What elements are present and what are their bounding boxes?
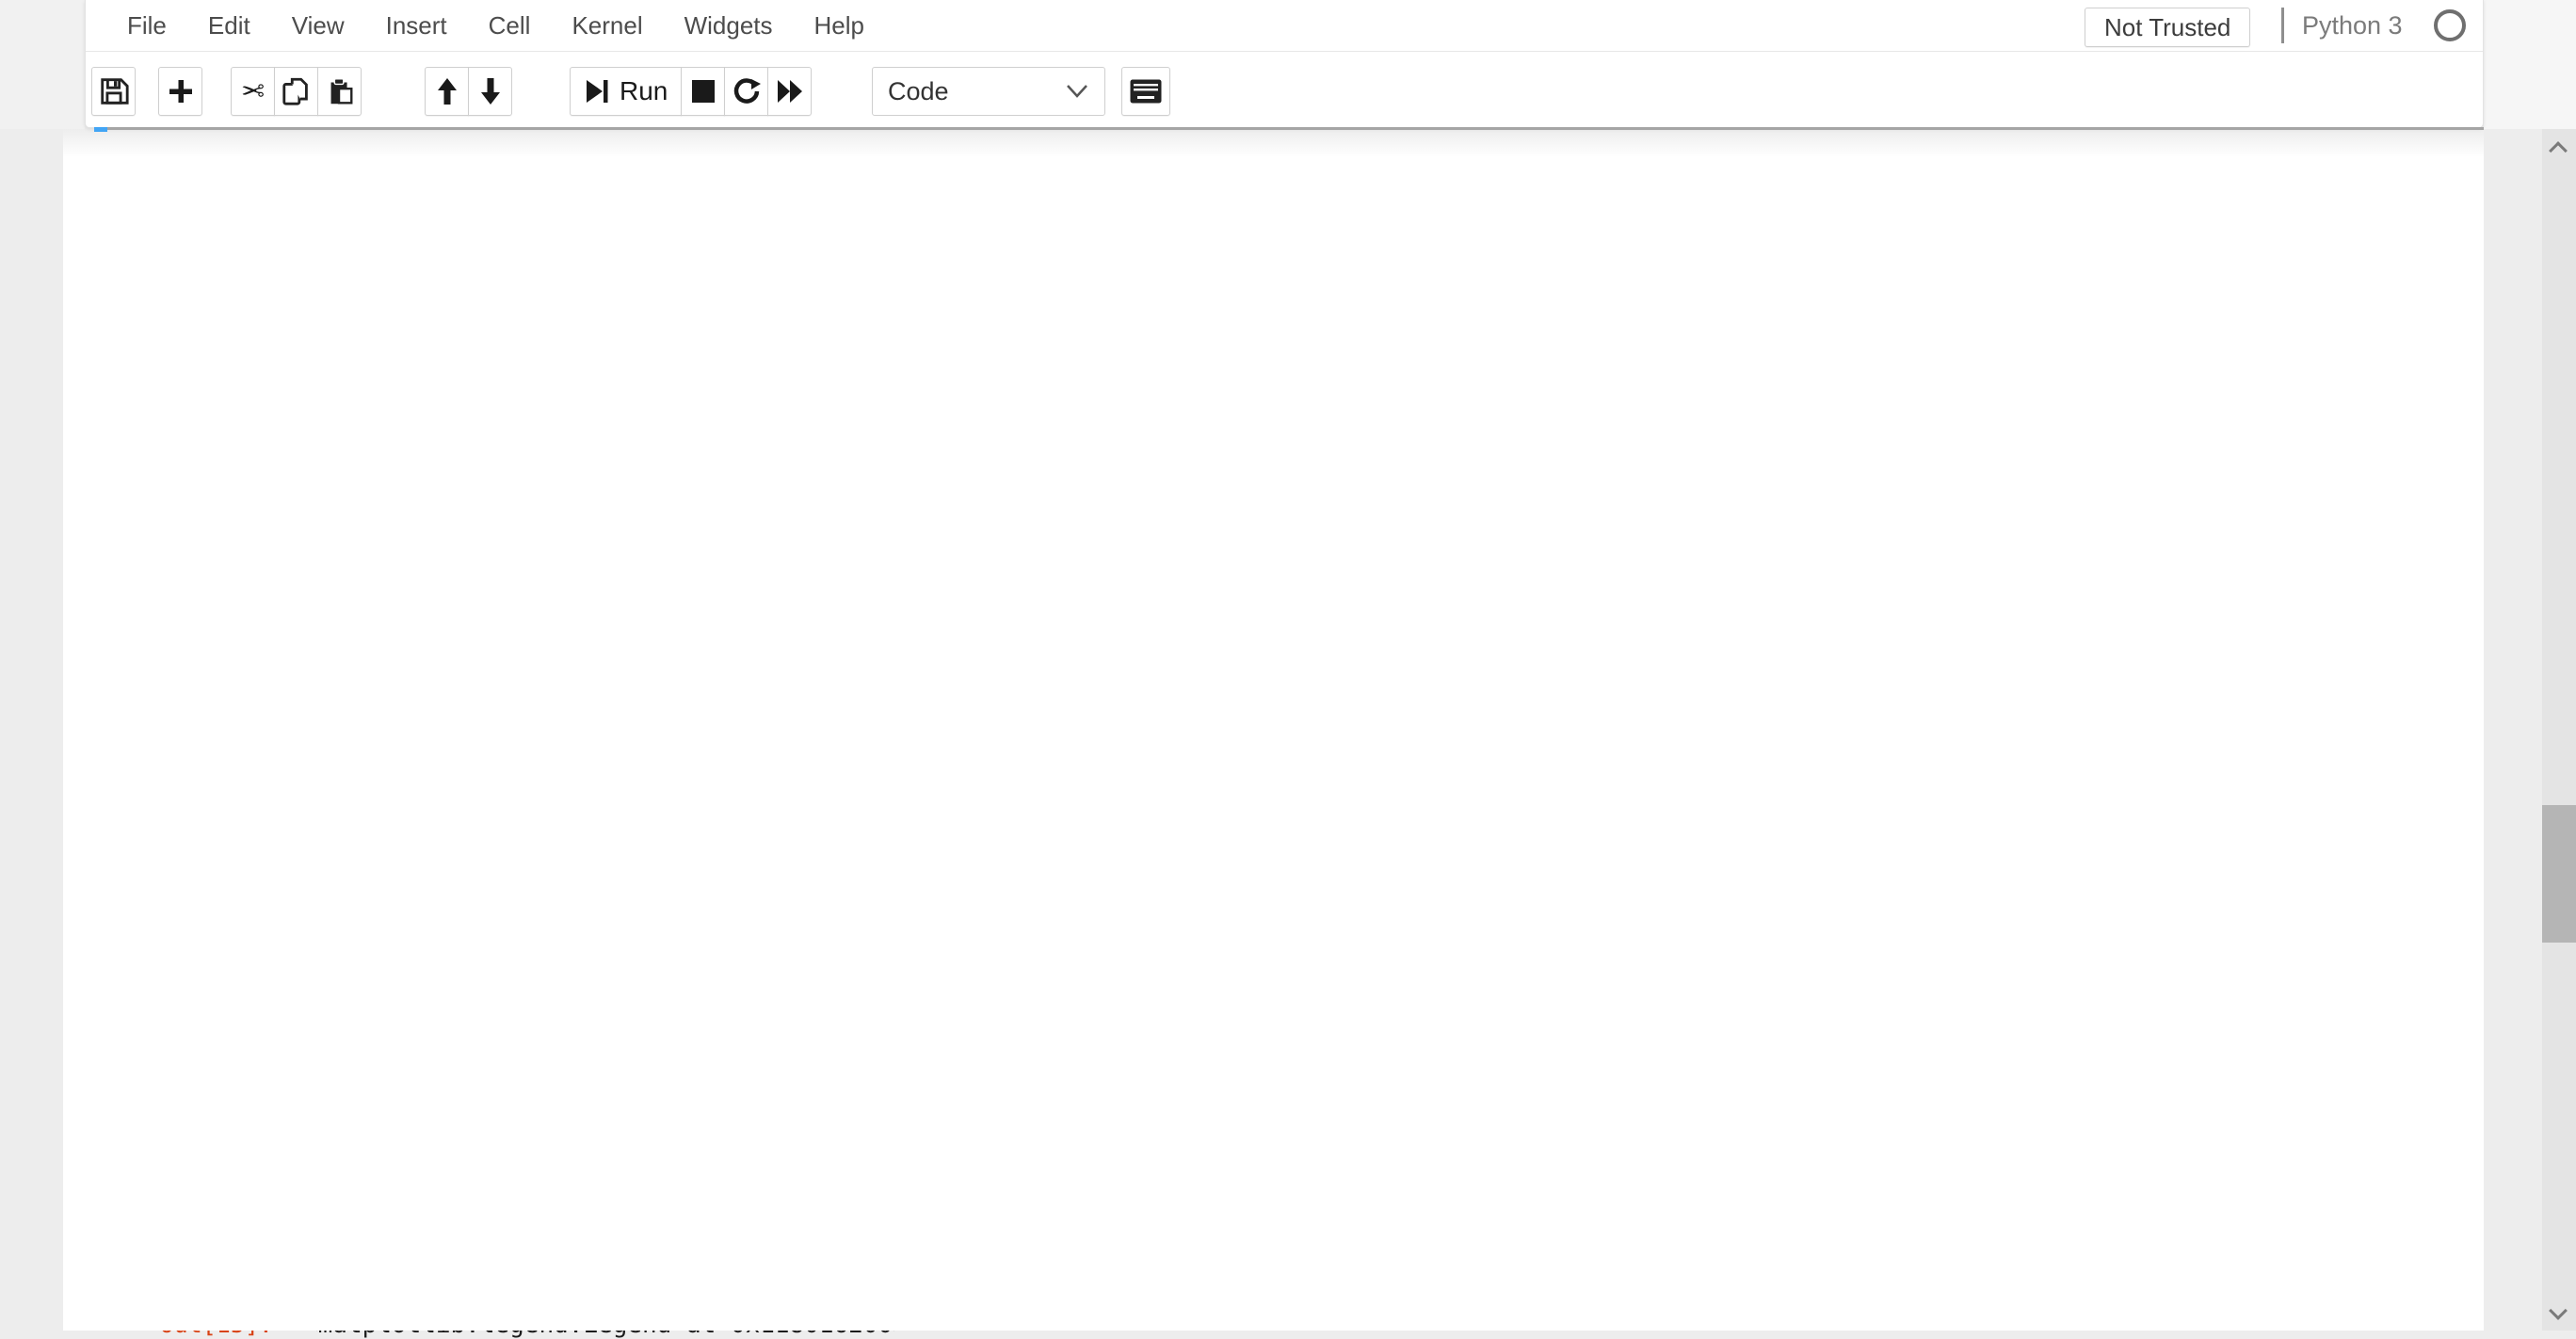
selected-cell-border-fragment	[94, 127, 107, 132]
header-bottom-edge	[94, 127, 2484, 130]
vertical-scrollbar[interactable]	[2542, 129, 2576, 1331]
move-cell-up-button[interactable]	[425, 67, 469, 116]
restart-run-all-button[interactable]	[767, 67, 812, 116]
notebook-area	[63, 129, 2484, 1331]
keyboard-icon	[1129, 78, 1163, 105]
plus-icon	[167, 77, 195, 105]
move-cell-down-button[interactable]	[468, 67, 512, 116]
floppy-save-icon	[98, 75, 130, 107]
cell-type-select[interactable]: Code	[872, 67, 1105, 116]
not-trusted-button[interactable]: Not Trusted	[2085, 8, 2250, 47]
scissors-cut-icon: ✂	[241, 75, 265, 108]
header-shadow	[63, 129, 2484, 157]
notebook-header: FileEditViewInsertCellKernelWidgetsHelp …	[85, 0, 2484, 128]
chevron-down-icon	[1065, 83, 1089, 100]
toolbar: ✂	[86, 52, 2483, 127]
save-button[interactable]	[91, 67, 136, 116]
menu-item-insert[interactable]: Insert	[365, 11, 468, 40]
cell-type-value: Code	[888, 77, 949, 106]
stop-icon	[691, 78, 716, 105]
menu-item-kernel[interactable]: Kernel	[551, 11, 663, 40]
menu-item-view[interactable]: View	[271, 11, 365, 40]
menu-item-cell[interactable]: Cell	[468, 11, 552, 40]
menu-item-widgets[interactable]: Widgets	[664, 11, 794, 40]
copy-cells-button[interactable]	[274, 67, 318, 116]
command-palette-button[interactable]	[1121, 67, 1170, 116]
fast-forward-icon	[776, 78, 804, 105]
restart-icon	[733, 77, 761, 105]
menu-item-file[interactable]: File	[106, 11, 187, 40]
page-background-left	[0, 0, 85, 129]
paste-icon	[324, 75, 356, 107]
run-button[interactable]: Run	[570, 67, 682, 116]
step-forward-icon	[584, 78, 610, 105]
kernel-divider	[2281, 8, 2284, 43]
menu-item-edit[interactable]: Edit	[187, 11, 271, 40]
cut-cells-button[interactable]: ✂	[231, 67, 275, 116]
restart-kernel-button[interactable]	[724, 67, 768, 116]
chevron-down-icon[interactable]	[2549, 1301, 2568, 1320]
run-button-label: Run	[620, 76, 668, 106]
page-background-right	[2484, 0, 2576, 129]
insert-cell-below-button[interactable]	[158, 67, 202, 116]
copy-icon	[281, 75, 313, 107]
scrollbar-thumb[interactable]	[2542, 805, 2576, 943]
arrow-down-icon	[476, 76, 505, 106]
interrupt-kernel-button[interactable]	[681, 67, 725, 116]
arrow-up-icon	[433, 76, 461, 106]
menu-item-help[interactable]: Help	[794, 11, 885, 40]
kernel-name-label: Python 3	[2302, 11, 2403, 40]
paste-cells-button[interactable]	[317, 67, 362, 116]
chevron-up-icon[interactable]	[2549, 141, 2568, 160]
kernel-idle-circle-icon	[2434, 9, 2466, 41]
